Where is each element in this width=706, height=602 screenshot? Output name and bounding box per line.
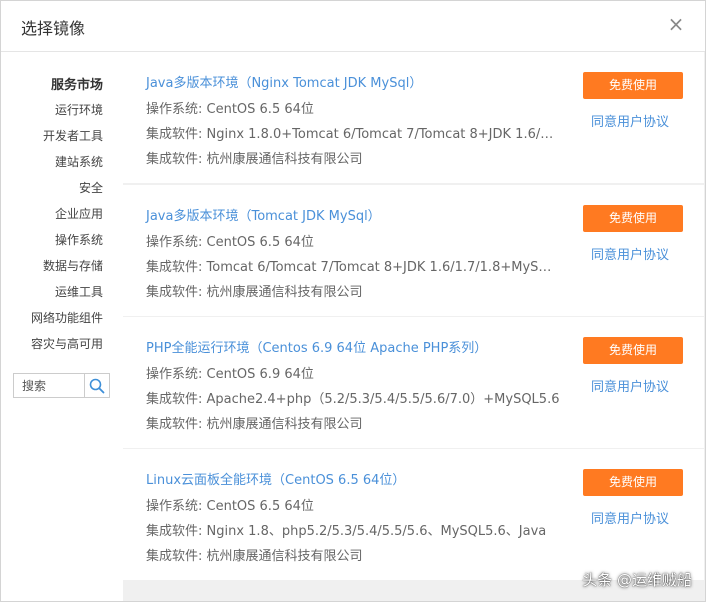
image-title[interactable]: PHP全能运行环境（Centos 6.9 64位 Apache PHP系列） [146,337,487,356]
image-vendor: 集成软件: 杭州康展通信科技有限公司 [146,285,363,300]
image-card: Linux云面板全能环境（CentOS 6.5 64位） 操作系统: CentO… [123,449,704,580]
image-software: 集成软件: Nginx 1.8、php5.2/5.3/5.4/5.5/5.6、M… [146,524,547,539]
search-box [13,373,110,398]
image-title[interactable]: Java多版本环境（Tomcat JDK MySql） [146,205,381,224]
sidebar-item-enterprise[interactable]: 企业应用 [1,201,103,227]
free-use-button[interactable]: 免费使用 [583,337,683,364]
agreement-link[interactable]: 同意用户协议 [591,508,669,527]
image-software: 集成软件: Nginx 1.8.0+Tomcat 6/Tomcat 7/Tomc… [146,127,561,142]
image-title[interactable]: Java多版本环境（Nginx Tomcat JDK MySql） [146,72,422,91]
sidebar-item-os[interactable]: 操作系统 [1,227,103,253]
image-os: 操作系统: CentOS 6.5 64位 [146,102,314,117]
watermark: 头条 @运维贼船 [582,571,692,589]
sidebar-header: 服务市场 [50,78,103,93]
free-use-button[interactable]: 免费使用 [583,205,683,232]
image-vendor: 集成软件: 杭州康展通信科技有限公司 [146,549,363,564]
image-software: 集成软件: Apache2.4+php（5.2/5.3/5.4/5.5/5.6/… [146,392,560,407]
agreement-link[interactable]: 同意用户协议 [591,244,669,263]
image-vendor: 集成软件: 杭州康展通信科技有限公司 [146,152,363,167]
sidebar-item-network[interactable]: 网络功能组件 [1,305,103,331]
image-os: 操作系统: CentOS 6.9 64位 [146,367,314,382]
image-os: 操作系统: CentOS 6.5 64位 [146,499,314,514]
agreement-link[interactable]: 同意用户协议 [591,111,669,130]
category-list: 运行环境 开发者工具 建站系统 安全 企业应用 操作系统 数据与存储 运维工具 … [1,97,103,357]
sidebar-item-dev-tools[interactable]: 开发者工具 [1,123,103,149]
sidebar-item-runtime[interactable]: 运行环境 [1,97,103,123]
dialog-title: 选择镜像 [21,19,86,38]
category-sidebar: 服务市场 运行环境 开发者工具 建站系统 安全 企业应用 操作系统 数据与存储 … [1,52,123,601]
sidebar-item-disaster-recovery[interactable]: 容灾与高可用 [1,331,103,357]
image-card: PHP全能运行环境（Centos 6.9 64位 Apache PHP系列） 操… [123,317,704,448]
search-icon [89,378,105,393]
dialog-header: 选择镜像 × [1,1,705,52]
sidebar-item-data-storage[interactable]: 数据与存储 [1,253,103,279]
select-image-dialog: 选择镜像 × 服务市场 运行环境 开发者工具 建站系统 安全 企业应用 操作系统… [0,0,706,602]
image-card: Java多版本环境（Tomcat JDK MySql） 操作系统: CentOS… [123,185,704,316]
search-button[interactable] [84,374,109,397]
image-list: Java多版本环境（Nginx Tomcat JDK MySql） 操作系统: … [123,52,705,601]
image-software: 集成软件: Tomcat 6/Tomcat 7/Tomcat 8+JDK 1.6… [146,260,561,275]
search-input[interactable] [14,374,86,397]
sidebar-item-ops-tools[interactable]: 运维工具 [1,279,103,305]
free-use-button[interactable]: 免费使用 [583,469,683,496]
image-vendor: 集成软件: 杭州康展通信科技有限公司 [146,417,363,432]
image-title[interactable]: Linux云面板全能环境（CentOS 6.5 64位） [146,469,405,488]
sidebar-item-website[interactable]: 建站系统 [1,149,103,175]
agreement-link[interactable]: 同意用户协议 [591,376,669,395]
sidebar-item-security[interactable]: 安全 [1,175,103,201]
free-use-button[interactable]: 免费使用 [583,72,683,99]
image-card: Java多版本环境（Nginx Tomcat JDK MySql） 操作系统: … [123,52,704,183]
image-os: 操作系统: CentOS 6.5 64位 [146,235,314,250]
close-icon[interactable]: × [665,13,687,35]
